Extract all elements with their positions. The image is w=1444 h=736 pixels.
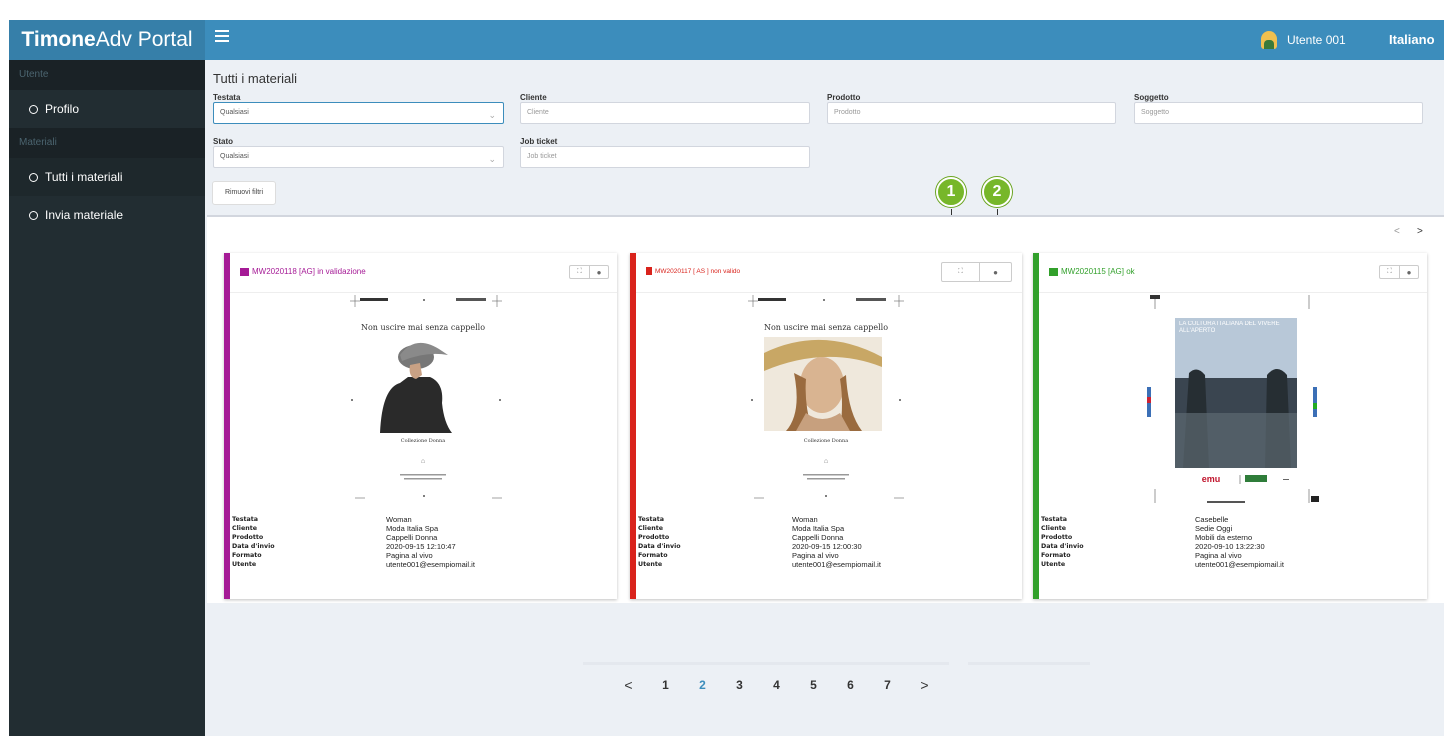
- prodotto-label: Prodotto: [827, 93, 861, 102]
- cliente-input[interactable]: Cliente: [520, 102, 810, 124]
- chevron-down-icon: ⌄: [488, 110, 496, 120]
- material-card[interactable]: MW2020118 [AG] in validazione ⛶ ● Non us…: [224, 253, 617, 599]
- callout-2: 2: [982, 177, 1012, 207]
- status-square-icon: [1049, 267, 1058, 276]
- job-ticket-input[interactable]: Job ticket: [520, 146, 810, 168]
- job-ticket-label: Job ticket: [520, 137, 558, 146]
- stato-label: Stato: [213, 137, 233, 146]
- sidebar-item-profilo[interactable]: Profilo: [9, 90, 205, 128]
- svg-text:⌂: ⌂: [421, 458, 425, 465]
- material-preview[interactable]: Non uscire mai senza cappello Collezione…: [636, 293, 1022, 518]
- prodotto-input[interactable]: Prodotto: [827, 102, 1116, 124]
- scroll-track: [968, 662, 1090, 665]
- testata-label: Testata: [213, 93, 241, 102]
- svg-text:⌂: ⌂: [824, 458, 828, 465]
- card-title[interactable]: MW2020115 [AG] ok: [1049, 267, 1135, 276]
- material-preview[interactable]: Non uscire mai senza cappello Collezione…: [230, 293, 617, 518]
- user-name: Utente 001: [1287, 33, 1346, 47]
- card-title[interactable]: MW2020117 [ AS ] non valido: [646, 267, 740, 275]
- material-preview[interactable]: LA CULTURA ITALIANA DEL VIVERE ALL'APERT…: [1039, 293, 1427, 518]
- soggetto-label: Soggetto: [1134, 93, 1169, 102]
- circle-icon: [29, 210, 38, 220]
- testata-select[interactable]: Qualsiasi ⌄: [213, 102, 504, 124]
- sidebar: Utente Profilo Materiali Tutti i materia…: [9, 60, 205, 736]
- carousel-prev-icon[interactable]: <: [1394, 226, 1400, 237]
- svg-text:Collezione Donna: Collezione Donna: [401, 438, 445, 444]
- card-metadata: Testata Casebelle Cliente Sedie Oggi Prodo…: [1041, 515, 1284, 569]
- app: TimoneAdv Portal Utente 001 Italiano ▾ U…: [0, 0, 1444, 736]
- page-1[interactable]: 1: [647, 678, 684, 692]
- stato-select[interactable]: Qualsiasi ⌄: [213, 146, 504, 168]
- user-menu[interactable]: Utente 001: [1261, 20, 1346, 60]
- pagination: < 1 2 3 4 5 6 7 >: [610, 677, 943, 693]
- expand-icon[interactable]: ⛶: [570, 266, 589, 278]
- menu-toggle-icon[interactable]: [215, 30, 229, 46]
- expand-icon[interactable]: ⛶: [942, 263, 979, 281]
- card-title[interactable]: MW2020118 [AG] in validazione: [240, 267, 366, 276]
- carousel-next-icon[interactable]: >: [1417, 226, 1423, 237]
- svg-text:Non uscire mai senza cappello: Non uscire mai senza cappello: [764, 323, 888, 332]
- page-title: Tutti i materiali: [213, 71, 298, 86]
- file-icon: [646, 267, 652, 275]
- page-4[interactable]: 4: [758, 678, 795, 692]
- help-icon[interactable]: ●: [1399, 266, 1418, 278]
- pagination-prev-icon[interactable]: <: [610, 677, 647, 693]
- svg-text:Non uscire mai senza cappello: Non uscire mai senza cappello: [361, 323, 485, 332]
- circle-icon: [29, 172, 38, 182]
- reset-filters-button[interactable]: Rimuovi filtri: [212, 181, 276, 205]
- main-content: Tutti i materiali Testata Qualsiasi ⌄ Cli…: [205, 60, 1444, 736]
- pagination-next-icon[interactable]: >: [906, 677, 943, 693]
- chevron-down-icon: ⌄: [488, 154, 496, 164]
- page-5[interactable]: 5: [795, 678, 832, 692]
- status-square-icon: [240, 267, 249, 276]
- help-icon[interactable]: ●: [589, 266, 608, 278]
- sidebar-item-invia-materiale[interactable]: Invia materiale: [9, 196, 205, 234]
- svg-text:Collezione Donna: Collezione Donna: [804, 438, 848, 444]
- top-navbar: TimoneAdv Portal Utente 001 Italiano ▾: [9, 20, 1444, 87]
- scroll-track: [583, 662, 949, 665]
- cliente-label: Cliente: [520, 93, 547, 102]
- page-2[interactable]: 2: [684, 678, 721, 692]
- sidebar-header-materiali: Materiali: [9, 128, 205, 158]
- language-selector[interactable]: Italiano ▾: [1389, 20, 1444, 87]
- page-7[interactable]: 7: [869, 678, 906, 692]
- app-logo[interactable]: TimoneAdv Portal: [9, 20, 205, 60]
- sidebar-header-utente: Utente: [9, 60, 205, 90]
- svg-text:emu: emu: [1202, 474, 1221, 484]
- card-metadata: Testata Woman Cliente Moda Italia Spa Prod…: [638, 515, 881, 569]
- soggetto-input[interactable]: Soggetto: [1134, 102, 1423, 124]
- callout-1: 1: [936, 177, 966, 207]
- expand-icon[interactable]: ⛶: [1380, 266, 1399, 278]
- card-metadata: Testata Woman Cliente Moda Italia Spa Prod…: [232, 515, 475, 569]
- page-6[interactable]: 6: [832, 678, 869, 692]
- material-card[interactable]: MW2020117 [ AS ] non valido ⛶ ● Non usci…: [630, 253, 1022, 599]
- material-card[interactable]: MW2020115 [AG] ok ⛶ ● LA CULTURA ITALIAN…: [1033, 253, 1427, 599]
- help-icon[interactable]: ●: [979, 263, 1011, 281]
- sidebar-item-tutti-i-materiali[interactable]: Tutti i materiali: [9, 158, 205, 196]
- avatar: [1261, 31, 1277, 49]
- circle-icon: [29, 104, 38, 114]
- page-3[interactable]: 3: [721, 678, 758, 692]
